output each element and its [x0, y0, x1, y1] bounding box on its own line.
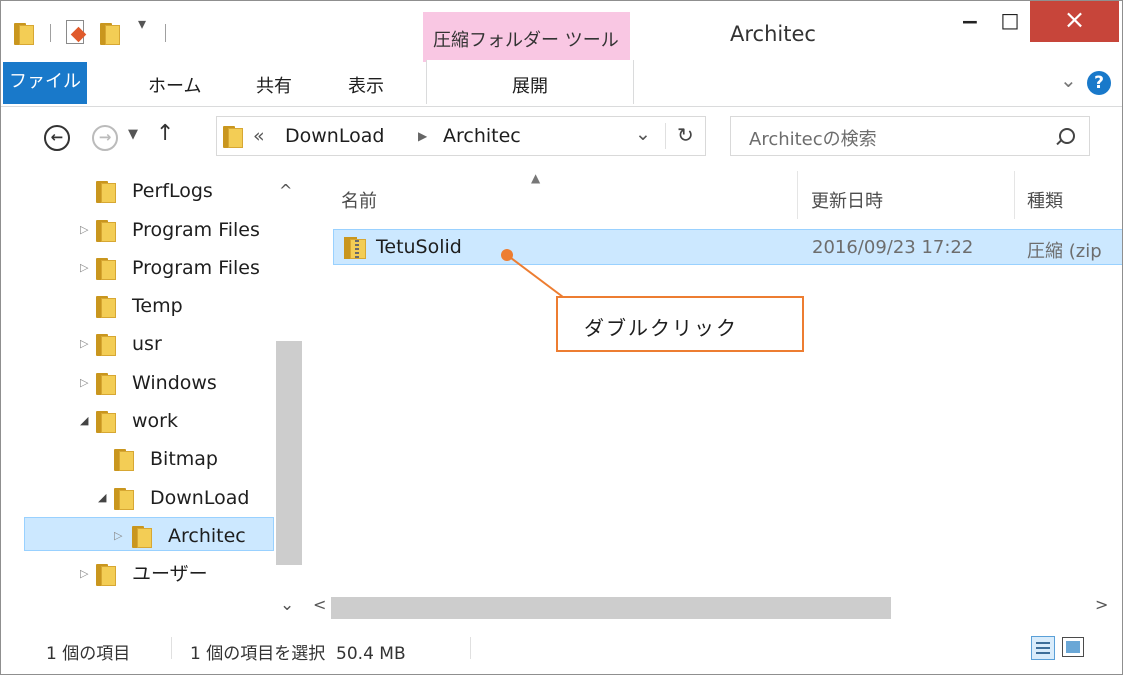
status-item-count: 1 個の項目 [46, 644, 131, 664]
annotation-text: ダブルクリック [584, 316, 738, 340]
large-icons-view-icon[interactable] [1062, 637, 1084, 657]
annotation-callout: ダブルクリック [556, 296, 804, 352]
status-bar: 1 個の項目 1 個の項目を選択 50.4 MB [0, 625, 1123, 675]
status-divider [171, 637, 172, 659]
details-view-icon[interactable] [1031, 636, 1055, 660]
annotation-dot [501, 249, 513, 261]
status-selection: 1 個の項目を選択 50.4 MB [190, 644, 406, 664]
status-divider [470, 637, 471, 659]
